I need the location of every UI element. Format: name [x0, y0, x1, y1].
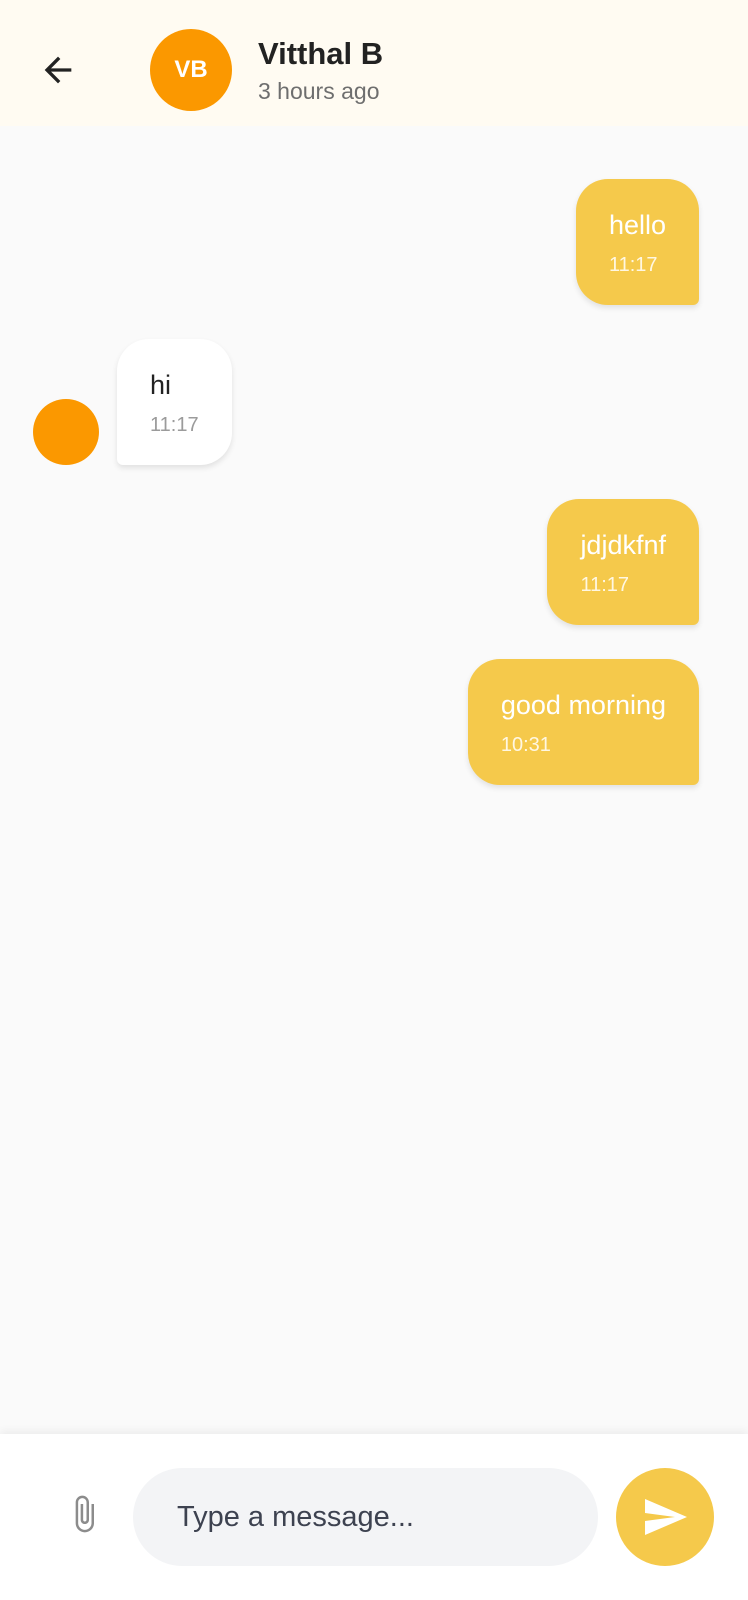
sender-avatar — [33, 399, 99, 465]
message-text: jdjdkfnf — [580, 529, 666, 560]
message-composer — [0, 1434, 748, 1600]
message-input[interactable] — [133, 1468, 598, 1566]
message-text: hi — [150, 369, 172, 400]
contact-avatar[interactable]: VB — [150, 29, 232, 111]
send-icon — [645, 1499, 687, 1535]
message-time: 10:31 — [500, 733, 551, 756]
message-bubble-outgoing[interactable]: good morning 10:31 — [467, 659, 699, 785]
send-button[interactable] — [616, 1468, 714, 1566]
chat-header: VB Vitthal B 3 hours ago — [0, 0, 748, 126]
message-text: good morning — [500, 689, 666, 720]
message-bubble-outgoing[interactable]: hello 11:17 — [575, 179, 699, 305]
paperclip-icon — [75, 1495, 94, 1533]
message-time: 11:17 — [580, 573, 630, 596]
last-seen-status: 3 hours ago — [258, 78, 380, 104]
message-text: hello — [608, 209, 666, 240]
message-time: 11:17 — [150, 413, 199, 436]
message-bubble-outgoing[interactable]: jdjdkfnf 11:17 — [547, 499, 699, 625]
message-time: 11:17 — [608, 253, 658, 276]
contact-name[interactable]: Vitthal B — [258, 36, 383, 72]
message-bubble-incoming[interactable]: hi 11:17 — [117, 339, 232, 465]
back-button[interactable] — [30, 42, 86, 98]
arrow-left-icon — [44, 56, 72, 84]
attach-button[interactable] — [62, 1486, 106, 1542]
